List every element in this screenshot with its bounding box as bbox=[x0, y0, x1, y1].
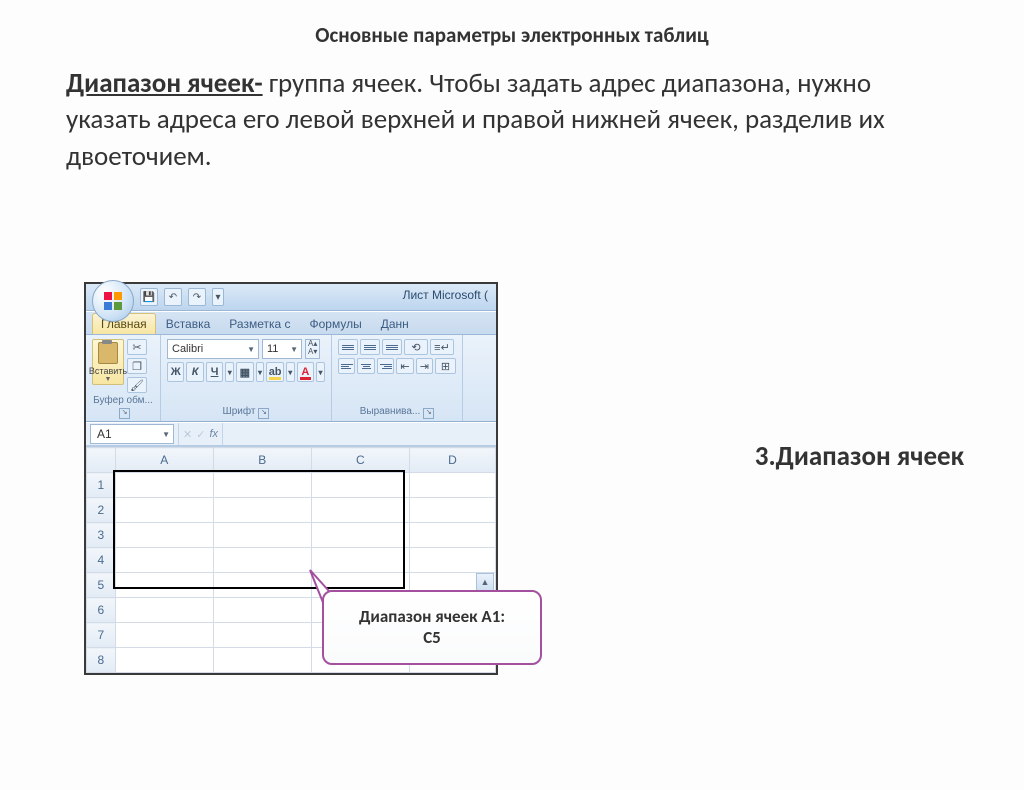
clipboard-icon bbox=[98, 342, 118, 364]
decrease-indent-icon[interactable]: ⇤ bbox=[396, 358, 413, 374]
fill-color-button[interactable]: ab bbox=[266, 362, 283, 382]
tab-insert[interactable]: Вставка bbox=[157, 313, 220, 334]
font-name-combo[interactable]: Calibri▼ bbox=[167, 339, 259, 359]
group-label-alignment: Выравнива...↘ bbox=[338, 404, 456, 419]
callout-line1: Диапазон ячеек А1: bbox=[359, 606, 505, 627]
group-label-font: Шрифт↘ bbox=[167, 404, 325, 419]
chevron-down-icon[interactable]: ▾ bbox=[316, 362, 325, 382]
ribbon: Вставить ▼ ✂ ❐ 🖌 Буфер обм...↘ Calibri▼ … bbox=[86, 335, 496, 422]
dialog-launcher-icon[interactable]: ↘ bbox=[258, 408, 269, 419]
align-center-icon[interactable] bbox=[357, 358, 374, 374]
fx-icon[interactable]: fx bbox=[209, 428, 218, 440]
borders-button[interactable]: ▦ bbox=[236, 362, 253, 382]
cut-icon[interactable]: ✂ bbox=[127, 339, 147, 355]
copy-icon[interactable]: ❐ bbox=[127, 358, 147, 374]
group-clipboard: Вставить ▼ ✂ ❐ 🖌 Буфер обм...↘ bbox=[86, 335, 161, 421]
office-logo-icon bbox=[104, 292, 122, 310]
column-header[interactable]: D bbox=[409, 448, 495, 473]
row-header[interactable]: 6 bbox=[87, 598, 116, 623]
group-font: Calibri▼ 11▼ A▴A▾ Ж К Ч ▾ ▦ ▾ ab ▾ A ▾ Ш bbox=[161, 335, 332, 421]
slide-title: Основные параметры электронных таблиц bbox=[0, 22, 1024, 48]
paste-label: Вставить bbox=[89, 366, 127, 376]
underline-button[interactable]: Ч bbox=[206, 362, 223, 382]
dialog-launcher-icon[interactable]: ↘ bbox=[423, 408, 434, 419]
tab-data[interactable]: Данн bbox=[372, 313, 418, 334]
row-header[interactable]: 5 bbox=[87, 573, 116, 598]
row-header[interactable]: 7 bbox=[87, 623, 116, 648]
increase-indent-icon[interactable]: ⇥ bbox=[416, 358, 433, 374]
paste-button[interactable]: Вставить ▼ bbox=[92, 339, 124, 385]
office-button[interactable] bbox=[92, 280, 134, 322]
undo-icon[interactable]: ↶ bbox=[164, 288, 182, 306]
row-header[interactable]: 8 bbox=[87, 648, 116, 673]
chevron-down-icon: ▼ bbox=[290, 345, 298, 354]
callout-line2: С5 bbox=[423, 627, 441, 648]
bold-button[interactable]: Ж bbox=[167, 362, 184, 382]
orientation-icon[interactable]: ⟲ bbox=[404, 339, 428, 355]
select-all-corner[interactable] bbox=[87, 448, 116, 473]
font-color-button[interactable]: A bbox=[297, 362, 314, 382]
row-header[interactable]: 1 bbox=[87, 473, 116, 498]
window-title: Лист Microsoft ( bbox=[403, 288, 488, 302]
merge-center-icon[interactable]: ⊞ bbox=[435, 358, 456, 374]
align-top-icon[interactable] bbox=[338, 339, 358, 355]
tab-layout[interactable]: Разметка с bbox=[220, 313, 299, 334]
chevron-down-icon: ▼ bbox=[105, 376, 112, 383]
formula-bar: A1▼ ✕ ✓ fx bbox=[86, 422, 496, 446]
row-header[interactable]: 3 bbox=[87, 523, 116, 548]
font-size-combo[interactable]: 11▼ bbox=[262, 339, 302, 359]
row-header[interactable]: 2 bbox=[87, 498, 116, 523]
wrap-text-icon[interactable]: ≡↵ bbox=[430, 339, 454, 355]
titlebar: 💾 ↶ ↷ ▾ Лист Microsoft ( bbox=[86, 284, 496, 311]
column-header[interactable]: A bbox=[115, 448, 213, 473]
section-label: 3.Диапазон ячеек bbox=[755, 440, 964, 473]
chevron-down-icon: ▼ bbox=[162, 430, 170, 439]
name-box[interactable]: A1▼ bbox=[90, 424, 174, 444]
chevron-down-icon: ▼ bbox=[247, 345, 255, 354]
chevron-down-icon[interactable]: ▾ bbox=[225, 362, 234, 382]
chevron-down-icon[interactable]: ▾ bbox=[256, 362, 265, 382]
group-label-clipboard: Буфер обм...↘ bbox=[92, 393, 154, 419]
body-text: Диапазон ячеек- группа ячеек. Чтобы зада… bbox=[66, 66, 958, 175]
font-grow-shrink[interactable]: A▴A▾ bbox=[305, 339, 320, 359]
align-bottom-icon[interactable] bbox=[382, 339, 402, 355]
align-left-icon[interactable] bbox=[338, 358, 355, 374]
format-painter-icon[interactable]: 🖌 bbox=[127, 377, 147, 393]
ribbon-tabs: Главная Вставка Разметка с Формулы Данн bbox=[86, 311, 496, 335]
quick-access-toolbar: 💾 ↶ ↷ ▾ bbox=[140, 288, 224, 306]
align-middle-icon[interactable] bbox=[360, 339, 380, 355]
term: Диапазон ячеек- bbox=[66, 67, 263, 100]
qat-more-icon[interactable]: ▾ bbox=[212, 288, 224, 306]
enter-icon[interactable]: ✓ bbox=[196, 428, 205, 441]
callout-label: Диапазон ячеек А1: С5 bbox=[322, 590, 542, 665]
formula-bar-buttons: ✕ ✓ fx bbox=[178, 423, 223, 445]
row-header[interactable]: 4 bbox=[87, 548, 116, 573]
tab-formulas[interactable]: Формулы bbox=[301, 313, 371, 334]
scroll-up-icon[interactable]: ▲ bbox=[476, 573, 494, 591]
group-alignment: ⟲ ≡↵ ⇤ ⇥ ⊞ Выравнива...↘ bbox=[332, 335, 463, 421]
dialog-launcher-icon[interactable]: ↘ bbox=[119, 408, 130, 419]
column-header[interactable]: C bbox=[311, 448, 409, 473]
column-header[interactable]: B bbox=[213, 448, 311, 473]
align-right-icon[interactable] bbox=[377, 358, 394, 374]
save-icon[interactable]: 💾 bbox=[140, 288, 158, 306]
cancel-icon[interactable]: ✕ bbox=[183, 428, 192, 441]
chevron-down-icon[interactable]: ▾ bbox=[286, 362, 295, 382]
redo-icon[interactable]: ↷ bbox=[188, 288, 206, 306]
italic-button[interactable]: К bbox=[186, 362, 203, 382]
